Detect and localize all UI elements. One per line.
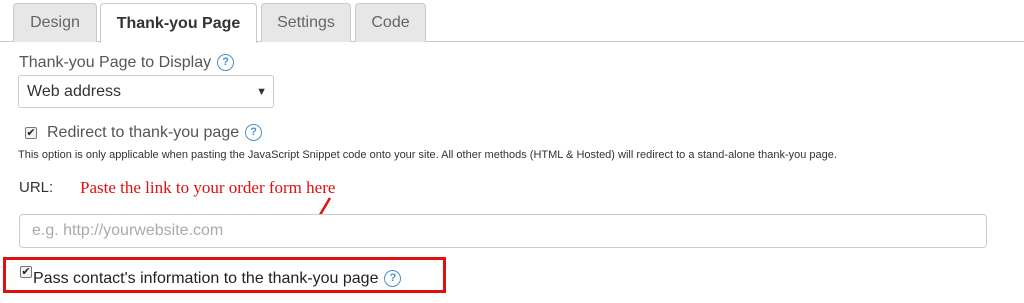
checkmark-icon: ✔ [26,127,36,139]
url-label: URL: [19,179,54,196]
tab-thank-you-page[interactable]: Thank-you Page [100,3,257,43]
help-icon[interactable]: ? [217,54,235,71]
pass-contact-label-row: Pass contact's information to the thank-… [33,270,402,288]
pass-contact-checkbox[interactable]: ✔ [20,266,32,278]
redirect-note: This option is only applicable when past… [18,149,837,161]
redirect-label-row: Redirect to thank-you page? [47,124,263,142]
redirect-label: Redirect to thank-you page [47,124,240,141]
tab-design[interactable]: Design [13,3,97,42]
help-icon[interactable]: ? [384,270,402,287]
tab-design-label: Design [30,14,80,31]
tab-thank-you-page-label: Thank-you Page [116,14,241,32]
help-icon[interactable]: ? [245,124,263,141]
display-label-row: Thank-you Page to Display? [19,54,235,72]
display-select-value: Web address [27,82,121,100]
tab-settings[interactable]: Settings [261,3,351,42]
pass-contact-label: Pass contact's information to the thank-… [33,270,379,287]
display-label: Thank-you Page to Display [19,54,212,71]
checkmark-icon: ✔ [21,266,31,278]
caret-down-icon: ▼ [256,86,267,98]
tab-code-label: Code [371,14,410,31]
tab-bar: Design Thank-you Page Settings Code [0,0,1024,43]
redirect-checkbox[interactable]: ✔ [25,127,37,139]
tab-code[interactable]: Code [355,3,426,42]
display-select[interactable]: Web address ▼ [18,75,274,108]
tab-settings-label: Settings [277,14,335,31]
url-input[interactable] [19,214,987,248]
